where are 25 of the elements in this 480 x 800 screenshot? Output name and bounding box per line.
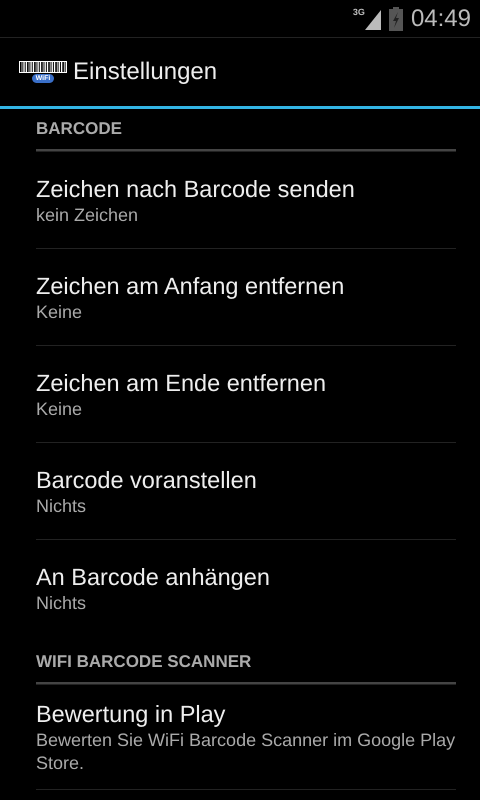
preference-summary: Keine: [36, 300, 84, 324]
preference-item[interactable]: Zeichen am Ende entfernen Keine: [36, 345, 456, 442]
preference-summary: Keine: [36, 398, 84, 420]
clock: 04:49: [410, 4, 471, 32]
preference-title: Barcode voranstellen: [36, 466, 258, 494]
preference-item[interactable]: An Barcode anhängen Nichts: [36, 539, 456, 636]
preference-item[interactable]: Zeichen am Anfang entfernen Keine: [36, 248, 456, 345]
section-header: WIFI BARCODE SCANNER: [36, 636, 456, 684]
battery-icon: [388, 6, 403, 30]
preference-summary: kein Zeichen: [36, 204, 140, 226]
network-type: 3G: [352, 8, 365, 16]
screen-title: Einstellungen: [73, 58, 218, 86]
preference-summary: Nichts: [36, 592, 88, 614]
preference-item[interactable]: Zeichen nach Barcode senden kein Zeichen: [36, 151, 456, 248]
preference-summary: Nichts: [36, 494, 88, 518]
signal-icon: [364, 8, 381, 30]
preference-title: Bewertung in Play: [36, 700, 226, 729]
preference-item[interactable]: Barcode voranstellen Nichts: [36, 442, 456, 539]
preference-item[interactable]: Bewertung in Play Bewerten Sie WiFi Barcode Scanner im Google Play Store.: [36, 684, 456, 790]
preference-title: Zeichen am Anfang entfernen: [36, 272, 346, 300]
section-header: BARCODE: [36, 109, 456, 151]
preference-title: An Barcode anhängen: [36, 562, 271, 592]
preference-summary: Bewerten Sie WiFi Barcode Scanner im Google Play Store.: [36, 729, 456, 775]
preference-title: Zeichen am Ende entfernen: [36, 368, 328, 398]
preference-title: Zeichen nach Barcode senden: [36, 174, 356, 204]
